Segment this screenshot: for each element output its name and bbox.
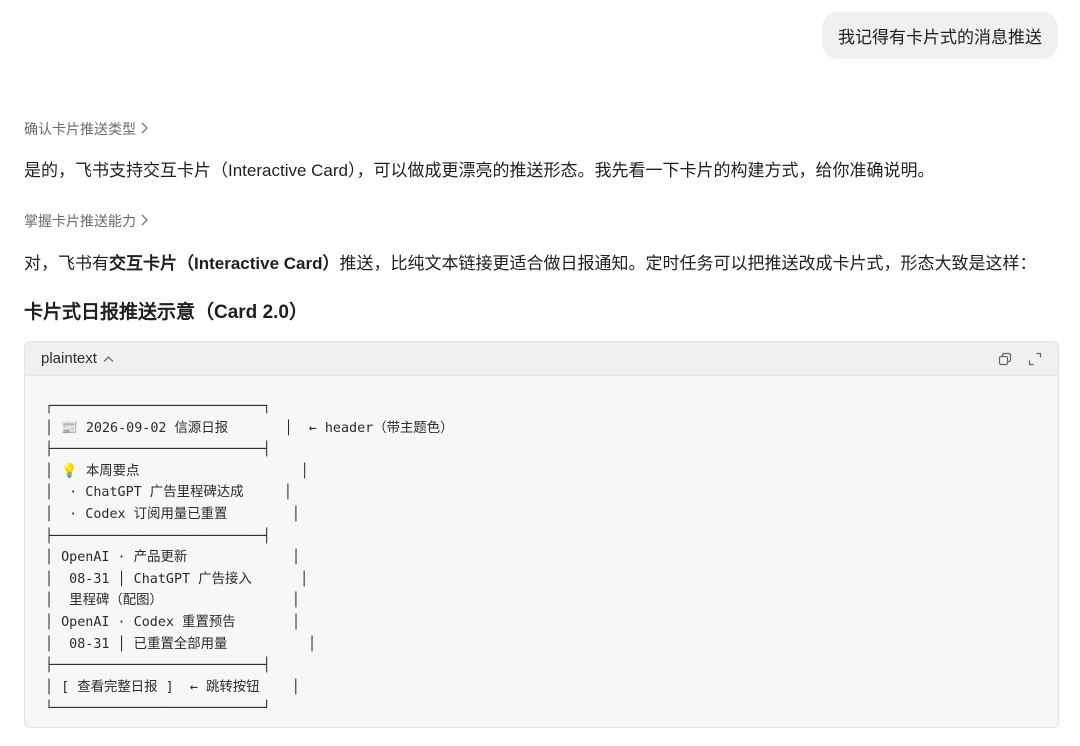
code-line: ┌──────────────────────────┐	[45, 399, 271, 414]
code-line: │ 📰 2026-09-02 信源日报 │ ← header（带主题色）	[45, 420, 454, 436]
para2-bold: 交互卡片（Interactive Card）	[109, 254, 340, 273]
code-line: │ OpenAI · Codex 重置预告 │	[45, 614, 301, 630]
expand-icon[interactable]	[1028, 352, 1042, 366]
code-block-header: plaintext	[25, 342, 1058, 376]
copy-icon[interactable]	[998, 352, 1012, 366]
step-label: 掌握卡片推送能力	[24, 213, 136, 229]
code-line: │ 08-31 │ ChatGPT 广告接入 │	[45, 571, 309, 587]
code-line: ├──────────────────────────┤	[45, 528, 271, 544]
code-line: │ · Codex 订阅用量已重置 │	[45, 506, 300, 522]
chevron-right-icon	[140, 121, 149, 138]
code-line: └──────────────────────────┘	[45, 701, 271, 717]
code-line: │ 里程碑（配图） │	[45, 593, 300, 609]
section-title: 卡片式日报推送示意（Card 2.0）	[24, 302, 308, 323]
code-line: ├──────────────────────────┤	[45, 658, 271, 674]
chevron-right-icon	[140, 213, 149, 230]
step-label: 确认卡片推送类型	[24, 121, 136, 137]
code-line: │ OpenAI · 产品更新 │	[45, 550, 301, 566]
user-message-bubble: 我记得有卡片式的消息推送	[822, 12, 1058, 59]
step-card-capability[interactable]: 掌握卡片推送能力	[24, 211, 149, 231]
code-language-toggle[interactable]: plaintext	[41, 350, 114, 367]
code-line: │ [ 查看完整日报 ] ← 跳转按钮 │	[45, 679, 300, 695]
chevron-up-icon	[103, 352, 114, 366]
step-confirm-card-type[interactable]: 确认卡片推送类型	[24, 119, 149, 139]
code-language-label: plaintext	[41, 350, 97, 367]
assistant-paragraph-2: 对，飞书有交互卡片（Interactive Card）推送，比纯文本链接更适合做…	[24, 252, 1056, 276]
para2-prefix: 对，飞书有	[24, 254, 109, 273]
code-line: │ 💡 本周要点 │	[45, 463, 309, 479]
code-line: │ 08-31 │ 已重置全部用量 │	[45, 636, 317, 652]
code-line: │ · ChatGPT 广告里程碑达成 │	[45, 485, 292, 501]
code-content: ┌──────────────────────────┐ │ 📰 2026-09…	[25, 376, 1058, 720]
para2-suffix: 推送，比纯文本链接更适合做日报通知。定时任务可以把推送改成卡片式，形态大致是这样…	[339, 254, 1037, 273]
assistant-paragraph-1: 是的，飞书支持交互卡片（Interactive Card），可以做成更漂亮的推送…	[24, 161, 935, 180]
code-block: plaintext ┌──────────────────────────┐ │	[24, 341, 1059, 728]
user-message-text: 我记得有卡片式的消息推送	[838, 28, 1042, 47]
code-line: ├──────────────────────────┤	[45, 442, 271, 458]
